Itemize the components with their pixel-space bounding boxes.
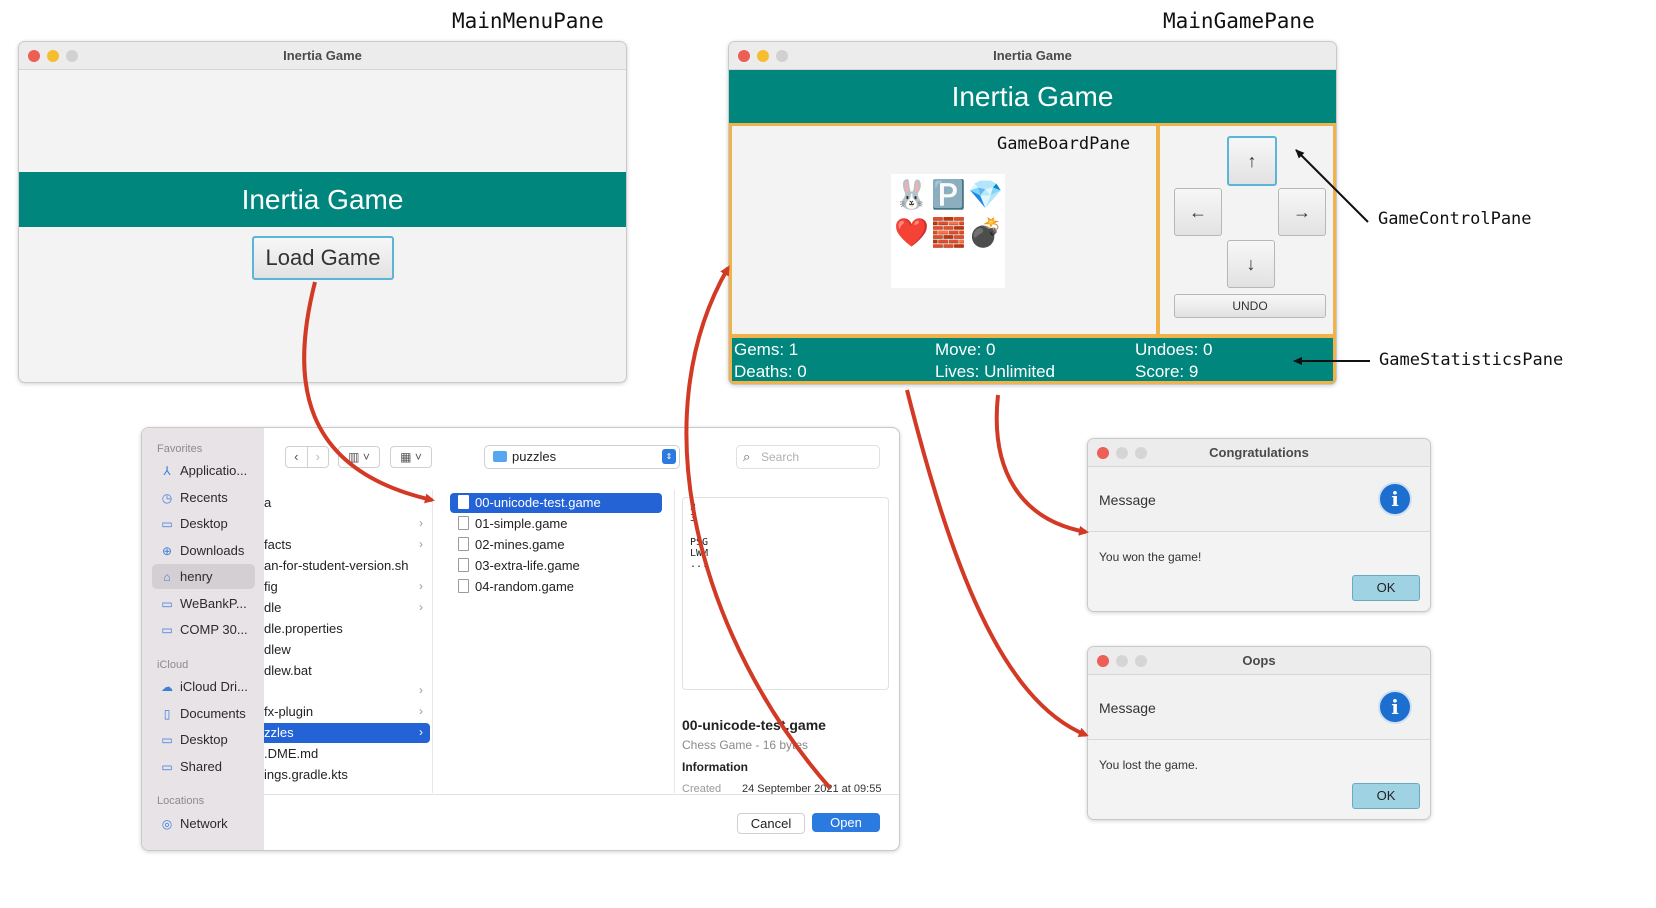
arrow-to-congrats xyxy=(994,394,1089,536)
arrow-load-to-dialog xyxy=(302,281,435,504)
arrow-dialog-to-board xyxy=(684,265,832,790)
connector-overlay xyxy=(302,149,1370,790)
pointer-control-pane xyxy=(1295,149,1369,223)
